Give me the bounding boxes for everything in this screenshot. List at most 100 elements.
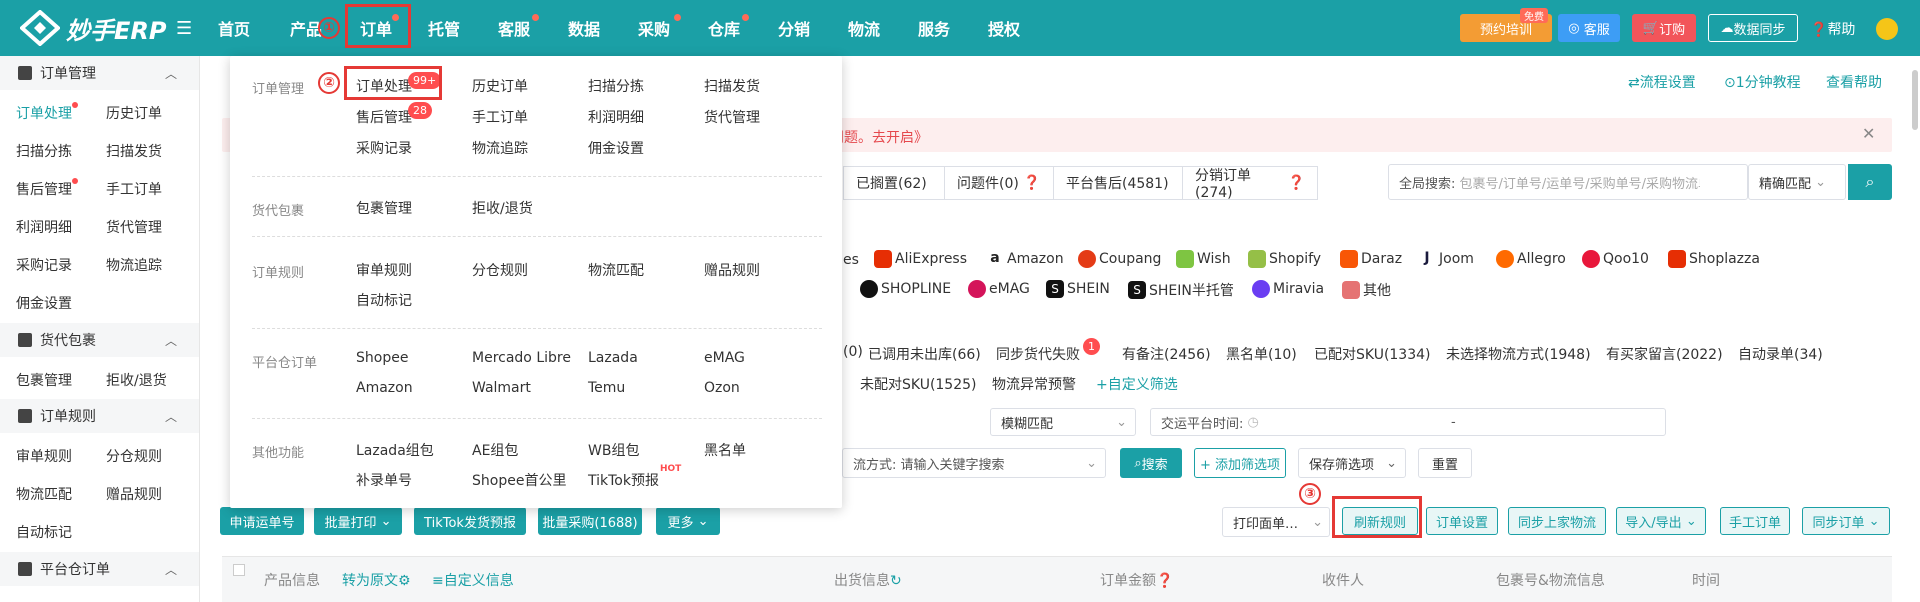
- nav-logistics[interactable]: 物流: [848, 0, 880, 56]
- tab-platform-aftersale[interactable]: 平台售后(4581): [1053, 166, 1183, 200]
- flow-settings-link[interactable]: ⇄流程设置: [1628, 72, 1696, 92]
- menu-item-order-history[interactable]: 历史订单: [472, 76, 528, 96]
- sidebar-item-order-history[interactable]: 历史订单: [106, 103, 162, 123]
- search-button[interactable]: ⌕ 搜索: [1120, 448, 1182, 478]
- sidebar-item-returns[interactable]: 拒收/退货: [106, 370, 167, 390]
- nav-service[interactable]: 客服: [498, 0, 539, 56]
- reset-button[interactable]: 重置: [1418, 448, 1472, 478]
- menu-item-tiktok-forecast[interactable]: TikTok预报: [588, 470, 659, 490]
- filter-paired-sku[interactable]: 已配对SKU(1334): [1314, 344, 1431, 364]
- platform-aliexpress[interactable]: AliExpress: [874, 250, 967, 268]
- menu-item-after-sales[interactable]: 售后管理: [356, 107, 412, 127]
- app-logo[interactable]: 妙手ERP: [20, 10, 166, 46]
- platform-daraz[interactable]: Daraz: [1340, 250, 1402, 268]
- platform-wish[interactable]: Wish: [1176, 250, 1231, 268]
- platform-shopline[interactable]: SHOPLINE: [860, 280, 951, 298]
- menu-item-auto-mark[interactable]: 自动标记: [356, 290, 412, 310]
- alert-enable-link[interactable]: 去开启》: [872, 130, 928, 146]
- sidebar-item-logistics-track[interactable]: 物流追踪: [106, 255, 162, 275]
- menu-item-ae-pack[interactable]: AE组包: [472, 440, 518, 460]
- menu-item-lazada-pack[interactable]: Lazada组包: [356, 440, 434, 460]
- sidebar-item-purchase-record[interactable]: 采购记录: [16, 255, 72, 275]
- nav-warehouse[interactable]: 仓库: [708, 0, 749, 56]
- sidebar-item-logistics-match[interactable]: 物流匹配: [16, 484, 72, 504]
- customer-service-button[interactable]: ◎ 客服: [1558, 14, 1620, 42]
- platform-other[interactable]: 其他: [1342, 280, 1391, 300]
- menu-item-blacklist[interactable]: 黑名单: [704, 440, 746, 460]
- menu-item-logistics-track[interactable]: 物流追踪: [472, 138, 528, 158]
- translate-original-link[interactable]: 转为原文⚙: [342, 570, 411, 590]
- close-icon[interactable]: ✕: [1862, 124, 1875, 143]
- nav-authorize[interactable]: 授权: [988, 0, 1020, 56]
- select-all-checkbox[interactable]: [233, 564, 245, 576]
- platform-item[interactable]: es: [843, 252, 859, 268]
- menu-item-shopee[interactable]: Shopee: [356, 350, 408, 366]
- menu-item-mercado-libre[interactable]: Mercado Libre: [472, 350, 571, 366]
- sidebar-item-order-processing[interactable]: 订单处理: [16, 103, 72, 123]
- global-search-field[interactable]: 全局搜索: 包裹号/订单号/运单号/采购单号/采购物流单号: [1388, 164, 1748, 200]
- sidebar-group-orders[interactable]: 订单管理 ︿: [0, 56, 199, 90]
- menu-item-review-rules[interactable]: 审单规则: [356, 260, 412, 280]
- platform-qoo10[interactable]: Qoo10: [1582, 250, 1649, 268]
- nav-data[interactable]: 数据: [568, 0, 600, 56]
- sidebar-item-manual-order[interactable]: 手工订单: [106, 179, 162, 199]
- sidebar-group-platform-warehouse[interactable]: 平台仓订单 ︿: [0, 552, 199, 586]
- filter-called-not-shipped[interactable]: 已调用未出库(66): [868, 344, 981, 364]
- menu-item-profit-detail[interactable]: 利润明细: [588, 107, 644, 127]
- sync-orders-button[interactable]: 同步订单 ⌄: [1802, 507, 1890, 535]
- sidebar-group-forwarder[interactable]: 货代包裹 ︿: [0, 323, 199, 357]
- platform-emag[interactable]: eMAG: [968, 280, 1030, 298]
- filter-sync-failed[interactable]: 同步货代失败: [996, 344, 1080, 364]
- sidebar-item-commission[interactable]: 佣金设置: [16, 293, 72, 313]
- add-custom-filter-link[interactable]: +自定义筛选: [1096, 374, 1178, 394]
- filter-no-logistics[interactable]: 未选择物流方式(1948): [1446, 344, 1591, 364]
- menu-item-purchase-record[interactable]: 采购记录: [356, 138, 412, 158]
- sidebar-group-rules[interactable]: 订单规则 ︿: [0, 399, 199, 433]
- menu-item-emag[interactable]: eMAG: [704, 350, 745, 366]
- tutorial-link[interactable]: ⊙1分钟教程: [1724, 72, 1801, 92]
- menu-item-scan-sort[interactable]: 扫描分拣: [588, 76, 644, 96]
- tab-shelved[interactable]: 已搁置(62): [843, 166, 955, 200]
- filter-unpaired-sku[interactable]: 未配对SKU(1525): [860, 374, 977, 394]
- logistics-select[interactable]: 流方式: 请输入关键字搜索 ⌄: [842, 448, 1106, 478]
- menu-item-gift-rules[interactable]: 赠品规则: [704, 260, 760, 280]
- menu-item-warehouse-rules[interactable]: 分仓规则: [472, 260, 528, 280]
- platform-shein[interactable]: S SHEIN: [1046, 280, 1110, 298]
- menu-item-temu[interactable]: Temu: [588, 380, 625, 396]
- tab-distribution-orders[interactable]: 分销订单(274) ❓: [1182, 166, 1318, 201]
- view-help-link[interactable]: 查看帮助: [1826, 72, 1882, 92]
- filter-item[interactable]: (0): [843, 344, 863, 360]
- menu-item-forwarder[interactable]: 货代管理: [704, 107, 760, 127]
- order-settings-button[interactable]: 订单设置: [1426, 507, 1498, 535]
- menu-item-supplement-tracking[interactable]: 补录单号: [356, 470, 412, 490]
- menu-item-returns[interactable]: 拒收/退货: [472, 198, 533, 218]
- sidebar-item-gift-rules[interactable]: 赠品规则: [106, 484, 162, 504]
- sidebar-item-profit-detail[interactable]: 利润明细: [16, 217, 72, 237]
- nav-home[interactable]: 首页: [218, 0, 250, 56]
- avatar[interactable]: [1876, 18, 1898, 40]
- menu-item-manual-order[interactable]: 手工订单: [472, 107, 528, 127]
- help-link[interactable]: ❓帮助: [1810, 19, 1855, 39]
- sidebar-item-after-sales[interactable]: 售后管理: [16, 179, 72, 199]
- sidebar-item-review-rules[interactable]: 审单规则: [16, 446, 72, 466]
- more-button[interactable]: 更多 ⌄: [656, 507, 720, 535]
- filter-auto-entry[interactable]: 自动录单(34): [1738, 344, 1823, 364]
- platform-allegro[interactable]: Allegro: [1496, 250, 1566, 268]
- nav-hosting[interactable]: 托管: [428, 0, 460, 56]
- platform-shein-semi[interactable]: S SHEIN半托管: [1128, 280, 1234, 300]
- platform-shoplazza[interactable]: Shoplazza: [1668, 250, 1760, 268]
- platform-miravia[interactable]: Miravia: [1252, 280, 1324, 298]
- menu-item-shopee-first-mile[interactable]: Shopee首公里: [472, 470, 566, 490]
- tab-problem[interactable]: 问题件(0) ❓: [944, 166, 1054, 200]
- batch-print-button[interactable]: 批量打印 ⌄: [314, 507, 402, 535]
- filter-has-remark[interactable]: 有备注(2456): [1122, 344, 1211, 364]
- menu-item-amazon[interactable]: Amazon: [356, 380, 413, 396]
- menu-item-commission[interactable]: 佣金设置: [588, 138, 644, 158]
- nav-distribution[interactable]: 分销: [778, 0, 810, 56]
- add-filter-button[interactable]: + 添加筛选项: [1194, 448, 1286, 478]
- fuzzy-match-select[interactable]: 模糊匹配 ⌄: [990, 408, 1136, 436]
- sidebar-item-forwarder[interactable]: 货代管理: [106, 217, 162, 237]
- refresh-icon[interactable]: ↻: [890, 573, 902, 589]
- apply-waybill-button[interactable]: 申请运单号: [220, 507, 304, 535]
- menu-item-scan-ship[interactable]: 扫描发货: [704, 76, 760, 96]
